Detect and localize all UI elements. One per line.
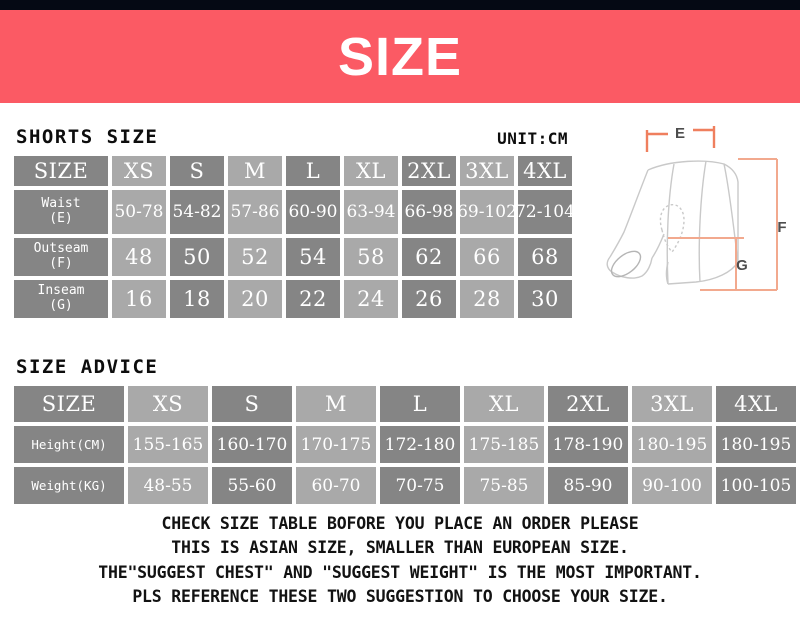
table-cell: 24 xyxy=(344,280,398,318)
dimension-label-G: G xyxy=(736,257,748,274)
size-advice-table: SIZE XS S M L XL 2XL 3XL 4XL Height(CM) 155-165 160… xyxy=(14,386,796,504)
table-header-xl: XL xyxy=(344,156,398,186)
table-cell: 28 xyxy=(460,280,514,318)
table-header-3xl: 3XL xyxy=(460,156,514,186)
table-cell: 30 xyxy=(518,280,572,318)
row-label: Inseam (G) xyxy=(14,280,108,318)
table-cell: 178-190 xyxy=(548,426,628,463)
table-header-size: SIZE xyxy=(14,386,124,422)
table-header-2xl: 2XL xyxy=(402,156,456,186)
table-cell: 54 xyxy=(286,238,340,276)
table-cell: 52 xyxy=(228,238,282,276)
footer-line: THIS IS ASIAN SIZE, SMALLER THAN EUROPEA… xyxy=(171,538,629,558)
footer-line: THE"SUGGEST CHEST" AND "SUGGEST WEIGHT" … xyxy=(98,562,702,582)
table-cell: 48 xyxy=(112,238,166,276)
table-cell: 58 xyxy=(344,238,398,276)
table-cell: 180-195 xyxy=(716,426,796,463)
top-strip xyxy=(0,0,800,10)
table-header-4xl: 4XL xyxy=(716,386,796,422)
table-cell: 18 xyxy=(170,280,224,318)
row-label: Outseam (F) xyxy=(14,238,108,276)
table-cell: 72-104 xyxy=(515,190,575,234)
cycling-shorts-diagram: E F G xyxy=(596,112,796,317)
table-cell: 20 xyxy=(228,280,282,318)
dimension-label-F: F xyxy=(777,219,786,236)
unit-label: UNIT:CM xyxy=(497,129,568,148)
shorts-size-caption: SHORTS SIZE xyxy=(16,126,159,148)
table-header-s: S xyxy=(212,386,292,422)
footer-line: PLS REFERENCE THESE TWO SUGGESTION TO CH… xyxy=(132,587,668,607)
row-label: Weight(KG) xyxy=(14,467,124,504)
table-cell: 90-100 xyxy=(632,467,712,504)
table-cell: 100-105 xyxy=(716,467,796,504)
table-cell: 60-70 xyxy=(296,467,376,504)
table-header-l: L xyxy=(286,156,340,186)
footer-note: CHECK SIZE TABLE BOFORE YOU PLACE AN ORD… xyxy=(0,512,800,610)
table-cell: 68 xyxy=(518,238,572,276)
table-cell: 50-78 xyxy=(112,190,166,234)
table-cell: 63-94 xyxy=(344,190,398,234)
table-header-m: M xyxy=(228,156,282,186)
table-header-xl: XL xyxy=(464,386,544,422)
table-header-4xl: 4XL xyxy=(518,156,572,186)
table-cell: 54-82 xyxy=(170,190,224,234)
table-cell: 57-86 xyxy=(228,190,282,234)
table-cell: 66-98 xyxy=(402,190,456,234)
table-cell: 85-90 xyxy=(548,467,628,504)
table-cell: 160-170 xyxy=(212,426,292,463)
table-header-2xl: 2XL xyxy=(548,386,628,422)
table-header-xs: XS xyxy=(128,386,208,422)
table-cell: 75-85 xyxy=(464,467,544,504)
table-header-m: M xyxy=(296,386,376,422)
dimension-label-E: E xyxy=(675,125,685,142)
table-header-s: S xyxy=(170,156,224,186)
table-cell: 48-55 xyxy=(128,467,208,504)
table-header-3xl: 3XL xyxy=(632,386,712,422)
table-cell: 175-185 xyxy=(464,426,544,463)
row-label: Height(CM) xyxy=(14,426,124,463)
page-title: SIZE xyxy=(337,26,463,87)
page-header-banner: SIZE xyxy=(0,10,800,103)
table-cell: 155-165 xyxy=(128,426,208,463)
size-advice-caption: SIZE ADVICE xyxy=(16,356,159,378)
table-cell: 66 xyxy=(460,238,514,276)
table-cell: 16 xyxy=(112,280,166,318)
table-cell: 26 xyxy=(402,280,456,318)
footer-line: CHECK SIZE TABLE BOFORE YOU PLACE AN ORD… xyxy=(161,514,639,533)
table-cell: 50 xyxy=(170,238,224,276)
table-cell: 170-175 xyxy=(296,426,376,463)
table-cell: 55-60 xyxy=(212,467,292,504)
table-cell: 22 xyxy=(286,280,340,318)
table-header-xs: XS xyxy=(112,156,166,186)
table-header-l: L xyxy=(380,386,460,422)
table-header-size: SIZE xyxy=(14,156,108,186)
table-cell: 180-195 xyxy=(632,426,712,463)
row-label: Waist (E) xyxy=(14,190,108,234)
table-cell: 70-75 xyxy=(380,467,460,504)
table-cell: 60-90 xyxy=(286,190,340,234)
table-cell: 62 xyxy=(402,238,456,276)
table-cell: 69-102 xyxy=(457,190,517,234)
shorts-size-table: SIZE XS S M L XL 2XL 3XL 4XL Waist (E) 50-78 54-82 57… xyxy=(14,156,575,318)
table-cell: 172-180 xyxy=(380,426,460,463)
